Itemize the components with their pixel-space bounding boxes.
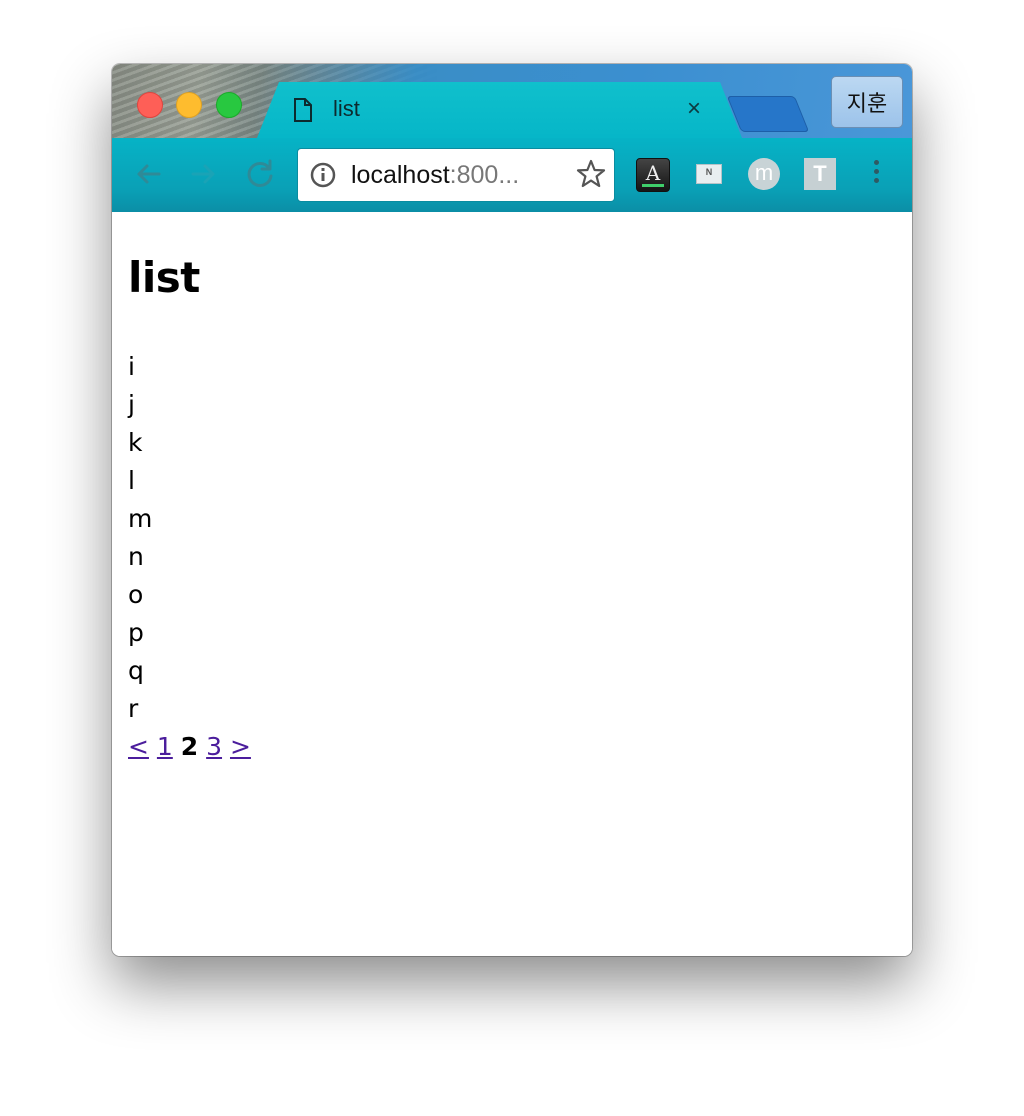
reload-button[interactable] [244, 158, 276, 190]
pagination: < 1 2 3 > [128, 728, 251, 766]
close-window-button[interactable] [137, 92, 163, 118]
forward-arrow-icon [191, 164, 215, 184]
page-link-3[interactable]: 3 [206, 732, 222, 761]
url-text: localhost:800... [351, 159, 519, 191]
next-page-link[interactable]: > [230, 732, 251, 761]
browser-toolbar: localhost:800... A N m T [112, 138, 912, 212]
bookmark-star-icon[interactable] [576, 159, 606, 189]
tab-title: list [333, 96, 360, 121]
m-extension-icon[interactable]: m [748, 158, 780, 190]
address-bar[interactable]: localhost:800... [297, 148, 615, 202]
list-item: r [128, 694, 139, 723]
forward-button[interactable] [188, 158, 220, 190]
list-item: i [128, 352, 135, 381]
page-link-1[interactable]: 1 [157, 732, 173, 761]
dictionary-extension-icon[interactable]: A [636, 158, 670, 192]
info-icon[interactable] [310, 162, 336, 188]
extension-n-label: N [705, 167, 713, 177]
item-list: i j k l m n o p q r [128, 348, 152, 728]
menu-more-icon[interactable] [868, 156, 884, 192]
n-extension-icon[interactable]: N [696, 164, 722, 184]
list-item: q [128, 656, 144, 685]
list-item: m [128, 504, 153, 533]
minimize-window-button[interactable] [176, 92, 202, 118]
title-bar: list × 지훈 [112, 64, 912, 138]
list-item: p [128, 618, 144, 647]
browser-window: list × 지훈 localhost:800... A N m T list … [112, 64, 912, 956]
page-content: list i j k l m n o p q r < 1 2 3 > [112, 212, 912, 956]
zoom-window-button[interactable] [216, 92, 242, 118]
extension-a-label: A [645, 161, 661, 185]
close-tab-icon[interactable]: × [687, 94, 701, 124]
list-item: j [128, 390, 135, 419]
back-arrow-icon [137, 164, 161, 184]
list-item: k [128, 428, 143, 457]
prev-page-link[interactable]: < [128, 732, 149, 761]
profile-button[interactable]: 지훈 [831, 76, 903, 128]
document-icon [294, 98, 312, 122]
new-tab-button[interactable] [726, 96, 810, 132]
back-button[interactable] [132, 158, 164, 190]
t-extension-icon[interactable]: T [804, 158, 836, 190]
current-page: 2 [180, 732, 199, 761]
url-host: localhost [351, 161, 450, 189]
url-rest: :800... [449, 161, 520, 189]
reload-icon [247, 159, 273, 187]
page-title: list [128, 253, 200, 302]
tab-list[interactable]: list × [257, 82, 742, 138]
list-item: o [128, 580, 144, 609]
list-item: n [128, 542, 144, 571]
list-item: l [128, 466, 135, 495]
